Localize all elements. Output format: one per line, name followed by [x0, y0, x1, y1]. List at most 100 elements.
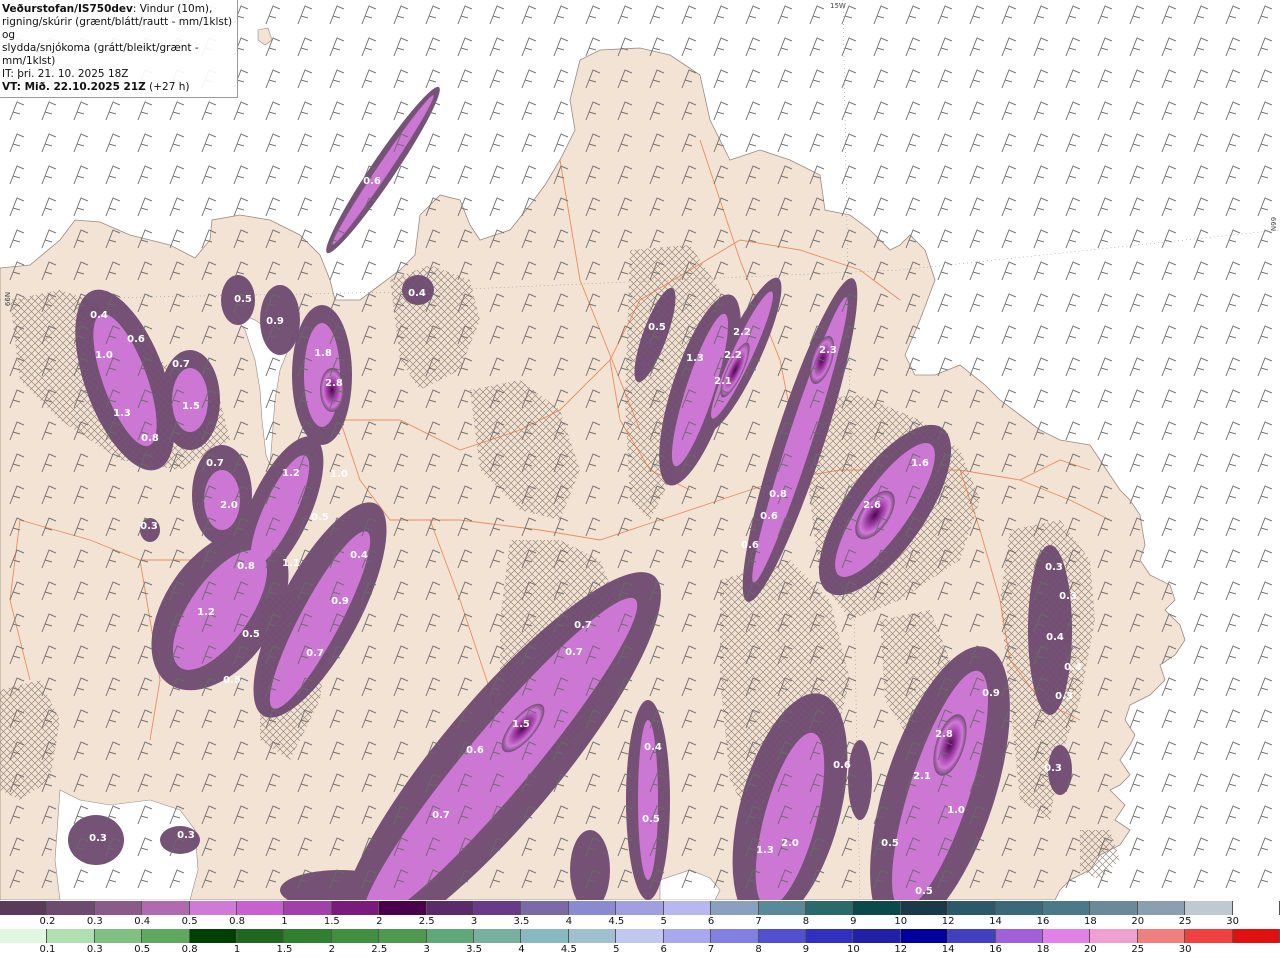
valid-time: VT: Mið. 22.10.2025 21Z: [2, 81, 146, 93]
precip-label: 0.4: [1046, 632, 1064, 643]
legend-swatch: [1042, 929, 1091, 943]
weather-map: 0.6 0.4 0.5 0.4 0.6 0.9 1.0 0.7 1.8 2.8 1.5 1.3 0.8 0…: [0, 0, 1280, 900]
precip-label: 0.3: [140, 521, 158, 532]
map-info-box: Veðurstofan/IS750dev: Vindur (10m), rign…: [0, 0, 238, 98]
legend-tick: 20: [1131, 916, 1145, 927]
wind-barbs: [0, 0, 1280, 900]
precip-label: 2.2: [733, 327, 751, 338]
legend-tick: 5: [613, 944, 620, 955]
precip-label: 0.5: [648, 322, 666, 333]
legend-tick: 25: [1178, 916, 1192, 927]
precip-label: 1.1: [282, 558, 300, 569]
legend-tick: 1: [233, 944, 241, 955]
snow-legend-ticks: 0.2 0.3 0.4 0.5 0.8 1 1.5 2 2.5 3 3.5 4 4.5 5 6 7 8 9 10 12…: [0, 916, 1280, 929]
legend-tick: 4: [518, 944, 525, 955]
legend-swatch: [1090, 929, 1138, 943]
precip-label: 1.2: [282, 468, 300, 479]
legend-swatch: [94, 901, 143, 915]
legend-tick: 4: [565, 916, 573, 927]
legend-tick: 16: [1036, 916, 1050, 927]
precip-label: 2.1: [714, 376, 732, 387]
legend-tick: 6: [707, 916, 715, 927]
legend-swatch: [142, 901, 190, 915]
precip-label: 0.5: [223, 675, 241, 686]
lat-label-right: 66N: [1269, 216, 1278, 232]
precip-label: 0.4: [1064, 662, 1082, 673]
legend-swatch: [331, 901, 380, 915]
legend-tick: 10: [846, 944, 860, 955]
legend-tick: 0.5: [134, 944, 151, 955]
legend-swatch: [948, 929, 996, 943]
legend-swatch: [995, 901, 1043, 915]
precip-label: 0.7: [432, 810, 450, 821]
precip-label: 0.7: [206, 458, 224, 469]
precip-label: 1.5: [182, 401, 200, 412]
legend-tick: 0.4: [134, 916, 151, 927]
legend-tick: 4.5: [560, 944, 577, 955]
legend-tick: 0.8: [229, 916, 245, 927]
precip-label: 0.9: [982, 688, 1000, 699]
legend-swatch: [47, 901, 95, 915]
precip-label: 0.6: [466, 745, 484, 756]
legend-swatch: [0, 929, 48, 943]
precip-label: 0.8: [769, 489, 787, 500]
rain-legend-swatches: [0, 929, 1280, 943]
legend-tick: 2: [376, 916, 383, 927]
precip-label: 0.7: [565, 647, 583, 658]
legend-swatch: [900, 901, 949, 915]
legend-tick: 1.5: [323, 916, 340, 927]
legend-swatch: [47, 929, 95, 943]
legend-swatch: [331, 929, 380, 943]
legend-swatch: [616, 929, 664, 943]
legend-tick: 2.5: [371, 944, 388, 955]
precip-label: 0.3: [1045, 562, 1063, 573]
legend-tick: 9: [802, 944, 810, 955]
legend-swatch: [805, 929, 854, 943]
precip-label: 1.6: [911, 458, 929, 469]
legend-tick: 10: [894, 916, 908, 927]
legend-tick: 2.5: [418, 916, 435, 927]
precip-label: 2.8: [935, 729, 953, 740]
precip-label: 0.9: [266, 316, 284, 327]
precip-label: 0.3: [1055, 691, 1073, 702]
legend-tick: 8: [802, 916, 810, 927]
desc-line-1: : Vindur (10m),: [132, 3, 213, 15]
precip-label: 0.5: [234, 294, 252, 305]
precip-label: 0.4: [644, 742, 662, 753]
legend-swatch: [568, 929, 617, 943]
precip-label: 0.6: [127, 334, 145, 345]
precip-label: 0.3: [1059, 591, 1077, 602]
precip-label: 0.5: [311, 512, 329, 523]
legend-tick: 4.5: [608, 916, 625, 927]
legend-swatch: [900, 929, 949, 943]
legend-tick: 25: [1131, 944, 1145, 955]
precip-label: 0.6: [363, 176, 381, 187]
legend-swatch: [426, 929, 475, 943]
precip-label: 0.4: [90, 310, 108, 321]
precip-label: 0.3: [89, 833, 107, 844]
precip-label: 1.3: [113, 408, 131, 419]
precip-label: 2.3: [819, 345, 837, 356]
legend-tick: 3: [423, 944, 430, 955]
legend-tick: 0.3: [86, 916, 103, 927]
legend-tick: 20: [1083, 944, 1097, 955]
legend-tick: 1.5: [276, 944, 293, 955]
legend-tick: 0.1: [39, 944, 56, 955]
map-viewer: 0.6 0.4 0.5 0.4 0.6 0.9 1.0 0.7 1.8 2.8 1.5 1.3 0.8 0…: [0, 0, 1280, 958]
precip-label: 0.8: [141, 433, 159, 444]
legend-tick: 7: [707, 944, 715, 955]
model-title: Veðurstofan/IS750dev: [2, 3, 133, 15]
legend-swatch: [284, 901, 332, 915]
legend-tick: 7: [755, 916, 762, 927]
precip-label: 2.2: [724, 350, 742, 361]
legend-swatch: [189, 929, 238, 943]
legend-tick: 0.3: [86, 944, 103, 955]
legend-swatch: [663, 929, 712, 943]
precip-label: 0.8: [237, 561, 255, 572]
legend-tick: 1: [281, 916, 288, 927]
legend-tick: 12: [894, 944, 908, 955]
legend-swatch: [426, 901, 475, 915]
precip-label: 0.4: [408, 288, 426, 299]
precip-label: 1.5: [512, 719, 530, 730]
precip-label: 0.7: [574, 620, 592, 631]
